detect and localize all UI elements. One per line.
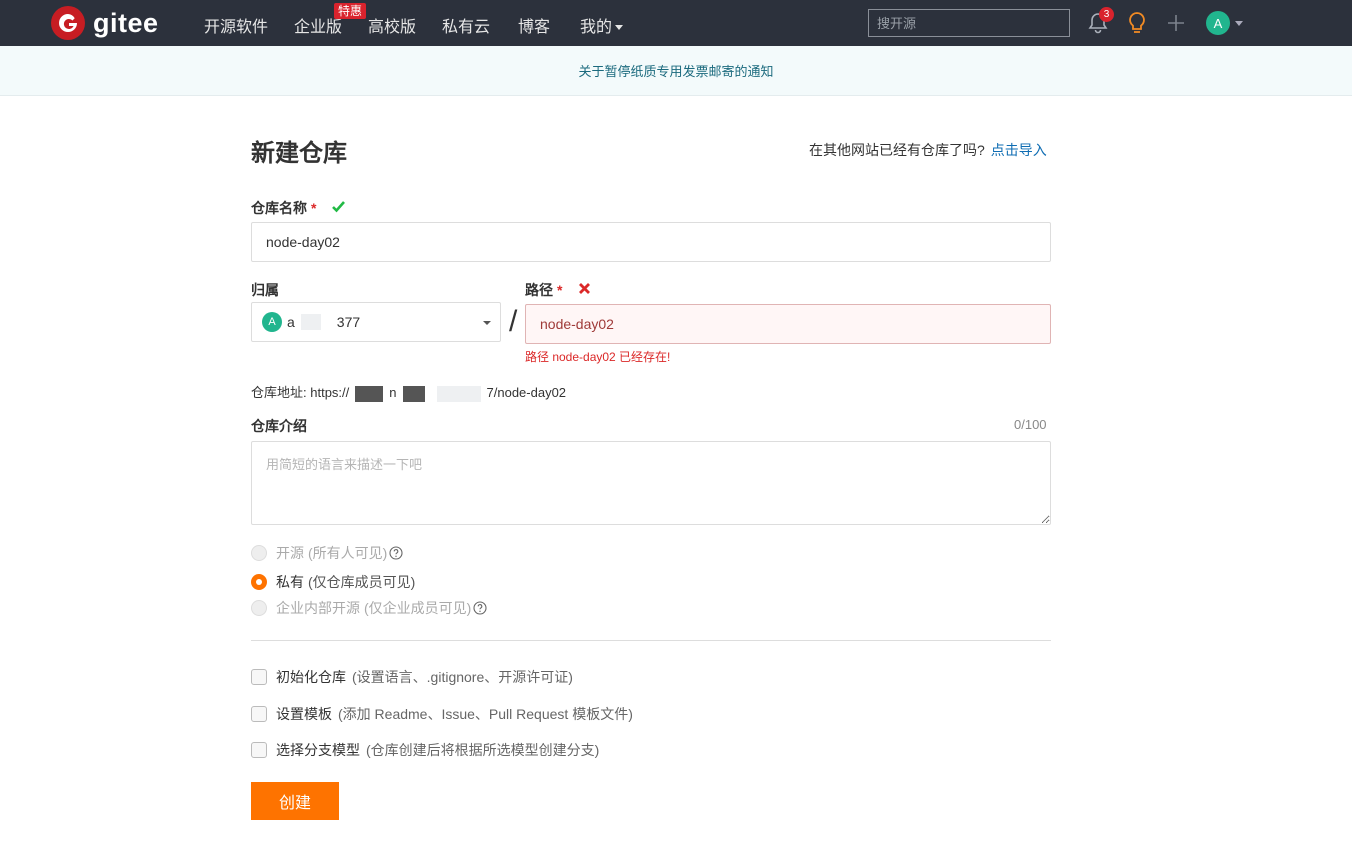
search-input[interactable] — [868, 9, 1070, 37]
notice-banner: 关于暂停纸质专用发票邮寄的通知 — [0, 46, 1352, 96]
visibility-public-radio[interactable] — [251, 545, 267, 561]
visibility-private-label: 私有 — [276, 574, 304, 590]
notification-count-badge: 3 — [1099, 7, 1114, 22]
nav-item-blog[interactable]: 博客 — [518, 13, 550, 37]
gitee-logo-icon — [51, 6, 85, 40]
repo-url-end: 7/node-day02 — [486, 385, 567, 400]
chevron-down-icon — [483, 321, 491, 325]
branch-model-label: 选择分支模型 — [276, 742, 360, 758]
help-icon[interactable] — [389, 546, 403, 560]
check-icon — [332, 201, 345, 213]
redacted-block — [300, 314, 321, 330]
page-title: 新建仓库 — [251, 140, 347, 167]
owner-select[interactable]: A a 377 — [251, 302, 501, 342]
visibility-enterprise-note: (仅企业成员可见) — [364, 600, 472, 616]
visibility-public-label: 开源 — [276, 545, 304, 561]
init-repo-option[interactable]: 初始化仓库 (设置语言、.gitignore、开源许可证) — [251, 667, 573, 687]
notice-link[interactable]: 关于暂停纸质专用发票邮寄的通知 — [578, 64, 773, 79]
repo-url-mid: n — [389, 385, 397, 400]
branch-model-checkbox[interactable] — [251, 742, 267, 758]
description-label: 仓库介绍 — [251, 418, 307, 434]
path-input[interactable] — [525, 304, 1051, 344]
import-link[interactable]: 点击导入 — [991, 142, 1047, 158]
nav-item-education[interactable]: 高校版 — [368, 13, 416, 37]
template-checkbox[interactable] — [251, 706, 267, 722]
visibility-private-radio[interactable] — [251, 574, 267, 590]
user-avatar[interactable]: A — [1206, 11, 1230, 35]
nav-item-mine[interactable]: 我的 — [580, 13, 624, 37]
init-repo-note: (设置语言、.gitignore、开源许可证) — [352, 669, 573, 685]
nav-item-private-cloud[interactable]: 私有云 — [442, 13, 490, 37]
owner-name-suffix: 377 — [336, 314, 361, 330]
repo-name-input[interactable] — [251, 222, 1051, 262]
gitee-logo[interactable]: gitee — [51, 6, 159, 40]
nav-mine-label: 我的 — [580, 19, 613, 36]
top-navbar: gitee 开源软件 企业版 特惠 高校版 私有云 博客 我的 3 A — [0, 0, 1352, 46]
description-char-count: 0/100 — [1014, 417, 1047, 432]
visibility-private-option[interactable]: 私有 (仅仓库成员可见) — [251, 572, 415, 592]
error-x-icon — [579, 283, 590, 294]
nav-item-open-source[interactable]: 开源软件 — [204, 13, 268, 37]
repo-url: 仓库地址: https:// n 7/node-day02 — [251, 382, 566, 402]
template-option[interactable]: 设置模板 (添加 Readme、Issue、Pull Request 模板文件) — [251, 704, 633, 724]
visibility-public-note: (所有人可见) — [308, 545, 388, 561]
lightbulb-icon[interactable] — [1127, 11, 1147, 35]
chevron-down-icon — [615, 25, 624, 31]
visibility-enterprise-option[interactable]: 企业内部开源 (仅企业成员可见) — [251, 598, 487, 618]
init-repo-checkbox[interactable] — [251, 669, 267, 685]
section-divider — [251, 640, 1051, 641]
create-button[interactable]: 创建 — [251, 782, 339, 820]
init-repo-label: 初始化仓库 — [276, 669, 346, 685]
repo-name-label-text: 仓库名称 — [251, 200, 307, 216]
repo-url-start: https:// — [310, 385, 350, 400]
avatar-chevron-down-icon[interactable] — [1235, 21, 1243, 26]
owner-label: 归属 — [251, 282, 279, 298]
plus-icon[interactable] — [1166, 13, 1186, 33]
template-label: 设置模板 — [276, 706, 332, 722]
logo-text: gitee — [93, 7, 159, 38]
owner-name-prefix: a — [287, 314, 295, 330]
visibility-enterprise-label: 企业内部开源 — [276, 600, 360, 616]
redacted-block — [355, 385, 384, 402]
path-label-text: 路径 — [525, 282, 553, 298]
redacted-block — [402, 385, 425, 402]
help-icon[interactable] — [473, 601, 487, 615]
branch-model-option[interactable]: 选择分支模型 (仓库创建后将根据所选模型创建分支) — [251, 740, 599, 760]
required-mark: * — [557, 282, 563, 298]
visibility-public-option[interactable]: 开源 (所有人可见) — [251, 543, 403, 563]
import-hint: 在其他网站已经有仓库了吗? 点击导入 — [809, 140, 1047, 160]
redacted-block — [436, 385, 481, 402]
import-hint-text: 在其他网站已经有仓库了吗? — [809, 142, 985, 158]
description-textarea[interactable] — [251, 441, 1051, 525]
required-mark: * — [311, 200, 317, 216]
visibility-enterprise-radio[interactable] — [251, 600, 267, 616]
repo-name-label: 仓库名称 * — [251, 198, 316, 218]
promo-badge: 特惠 — [334, 3, 367, 19]
repo-url-label: 仓库地址: — [251, 385, 307, 400]
branch-model-note: (仓库创建后将根据所选模型创建分支) — [366, 742, 600, 758]
template-note: (添加 Readme、Issue、Pull Request 模板文件) — [338, 706, 633, 722]
owner-avatar: A — [262, 312, 282, 332]
owner-path-separator: / — [509, 305, 518, 338]
visibility-private-note: (仅仓库成员可见) — [308, 574, 416, 590]
path-error-message: 路径 node-day02 已经存在! — [525, 350, 671, 364]
path-label: 路径 * — [525, 280, 562, 300]
